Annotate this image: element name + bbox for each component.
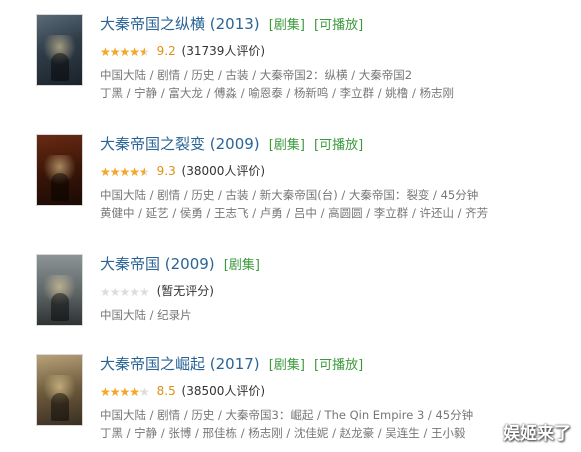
rating-line: ★★★★★ ★★★★★ 8.5 (38500人评价) — [100, 382, 570, 400]
title-line: 大秦帝国之纵横 (2013) [剧集] [可播放] — [100, 12, 570, 36]
title-link[interactable]: 大秦帝国之裂变 (2009) — [100, 135, 260, 153]
vote-count: (31739人评价) — [181, 44, 266, 58]
meta-info: 中国大陆 / 剧情 / 历史 / 古装 / 大秦帝国2：纵横 / 大秦帝国2 — [100, 68, 413, 82]
cast-list: 黄健中 / 延艺 / 侯勇 / 王志飞 / 卢勇 / 吕中 / 高圆圆 / 李立… — [100, 206, 489, 220]
tag-playable[interactable]: [可播放] — [314, 18, 363, 33]
tag-series[interactable]: [剧集] — [269, 138, 305, 153]
tag-series[interactable]: [剧集] — [269, 358, 305, 373]
rating-score: 8.5 — [156, 384, 176, 398]
star-rating: ★★★★★ ★★★★★ — [100, 43, 150, 61]
rating-score: 9.2 — [156, 44, 176, 58]
title-line: 大秦帝国之崛起 (2017) [剧集] [可播放] — [100, 352, 570, 376]
result-info: 大秦帝国之裂变 (2009) [剧集] [可播放] ★★★★★ ★★★★★ 9.… — [100, 132, 570, 222]
star-icon: ★★★★★ — [100, 284, 150, 299]
result-info: 大秦帝国之崛起 (2017) [剧集] [可播放] ★★★★★ ★★★★★ 8.… — [100, 352, 570, 442]
rating-line: ★★★★★ ★★★★★ 9.3 (38000人评价) — [100, 162, 570, 180]
meta-info: 中国大陆 / 剧情 / 历史 / 古装 / 新大秦帝国(台) / 大秦帝国：裂变… — [100, 188, 479, 202]
result-info: 大秦帝国之纵横 (2013) [剧集] [可播放] ★★★★★ ★★★★★ 9.… — [100, 12, 570, 102]
star-fill-icon: ★★★★★ — [100, 384, 141, 399]
cast-list: 丁黑 / 宁静 / 张博 / 邢佳栋 / 杨志刚 / 沈佳妮 / 赵龙豪 / 吴… — [100, 426, 466, 440]
tag-playable[interactable]: [可播放] — [314, 358, 363, 373]
vote-count: (38000人评价) — [181, 164, 266, 178]
title-line: 大秦帝国 (2009) [剧集] — [100, 252, 570, 276]
tag-series[interactable]: [剧集] — [269, 18, 305, 33]
poster-image[interactable] — [36, 14, 83, 86]
tag-series[interactable]: [剧集] — [224, 258, 260, 273]
poster-image[interactable] — [36, 254, 83, 326]
meta-info: 中国大陆 / 剧情 / 历史 / 大秦帝国3：崛起 / The Qin Empi… — [100, 408, 474, 422]
star-fill-icon: ★★★★★ — [100, 164, 146, 179]
rating-line: ★★★★★ ★★★★★ (暂无评分) — [100, 282, 570, 300]
poster-image[interactable] — [36, 354, 83, 426]
vote-count: (38500人评价) — [181, 384, 266, 398]
watermark-text: 娱姬来了 — [503, 424, 571, 444]
star-rating: ★★★★★ ★★★★★ — [100, 283, 150, 301]
title-link[interactable]: 大秦帝国之崛起 (2017) — [100, 355, 260, 373]
meta-info: 中国大陆 / 纪录片 — [100, 308, 192, 322]
star-fill-icon: ★★★★★ — [100, 44, 145, 59]
title-link[interactable]: 大秦帝国 (2009) — [100, 255, 215, 273]
rating-line: ★★★★★ ★★★★★ 9.2 (31739人评价) — [100, 42, 570, 60]
result-info: 大秦帝国 (2009) [剧集] ★★★★★ ★★★★★ (暂无评分) 中国大陆… — [100, 252, 570, 324]
rating-score: 9.3 — [156, 164, 176, 178]
title-line: 大秦帝国之裂变 (2009) [剧集] [可播放] — [100, 132, 570, 156]
star-rating: ★★★★★ ★★★★★ — [100, 163, 150, 181]
poster-image[interactable] — [36, 134, 83, 206]
title-link[interactable]: 大秦帝国之纵横 (2013) — [100, 15, 260, 33]
tag-playable[interactable]: [可播放] — [314, 138, 363, 153]
no-rating-text: (暂无评分) — [156, 284, 214, 298]
star-rating: ★★★★★ ★★★★★ — [100, 383, 150, 401]
cast-list: 丁黑 / 宁静 / 富大龙 / 傅淼 / 喻恩泰 / 杨新鸣 / 李立群 / 姚… — [100, 86, 454, 100]
